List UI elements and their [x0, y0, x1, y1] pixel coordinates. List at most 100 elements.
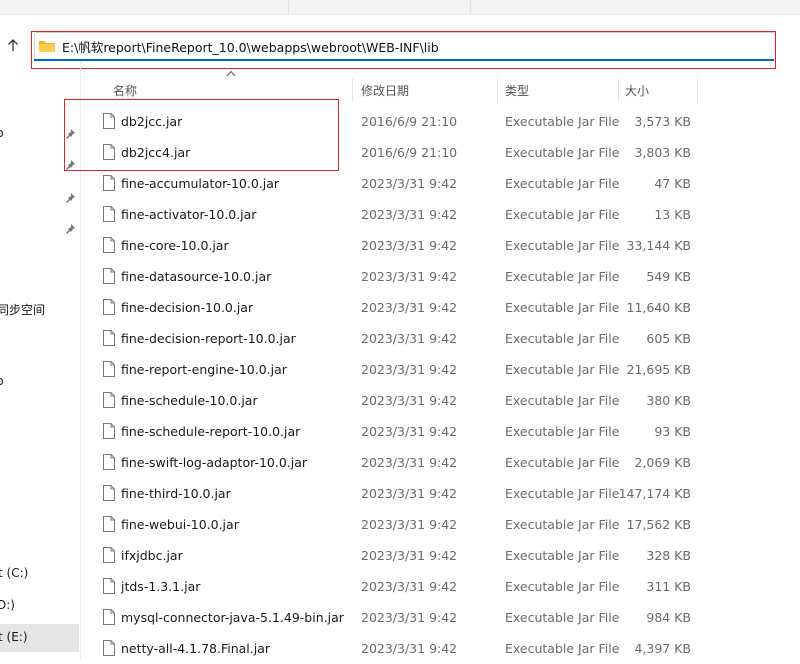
- file-type: Executable Jar File: [505, 548, 620, 563]
- file-modified: 2016/6/9 21:10: [361, 145, 458, 160]
- file-name: fine-schedule-10.0.jar: [121, 393, 258, 408]
- file-name: fine-decision-report-10.0.jar: [121, 331, 296, 346]
- file-row[interactable]: fine-third-10.0.jar 2023/3/31 9:42 Execu…: [0, 478, 800, 509]
- file-type: Executable Jar File: [505, 486, 620, 501]
- file-size: 2,069 KB: [634, 455, 691, 470]
- file-type: Executable Jar File: [505, 579, 620, 594]
- file-type: Executable Jar File: [505, 362, 620, 377]
- file-modified: 2023/3/31 9:42: [361, 331, 458, 346]
- file-icon: [103, 485, 115, 501]
- file-row[interactable]: fine-webui-10.0.jar 2023/3/31 9:42 Execu…: [0, 509, 800, 540]
- file-modified: 2023/3/31 9:42: [361, 362, 458, 377]
- file-row[interactable]: fine-schedule-10.0.jar 2023/3/31 9:42 Ex…: [0, 385, 800, 416]
- file-row[interactable]: fine-report-engine-10.0.jar 2023/3/31 9:…: [0, 354, 800, 385]
- toolbar-segment: [0, 0, 289, 14]
- folder-icon: [38, 39, 56, 53]
- file-row[interactable]: fine-swift-log-adaptor-10.0.jar 2023/3/3…: [0, 447, 800, 478]
- file-icon: [103, 237, 115, 253]
- file-size: 311 KB: [646, 579, 691, 594]
- file-modified: 2023/3/31 9:42: [361, 610, 458, 625]
- file-name: fine-swift-log-adaptor-10.0.jar: [121, 455, 308, 470]
- file-type: Executable Jar File: [505, 455, 620, 470]
- file-icon: [103, 361, 115, 377]
- file-type: Executable Jar File: [505, 176, 620, 191]
- file-modified: 2023/3/31 9:42: [361, 393, 458, 408]
- file-type: Executable Jar File: [505, 269, 620, 284]
- file-modified: 2023/3/31 9:42: [361, 486, 458, 501]
- column-divider[interactable]: [352, 78, 353, 102]
- file-type: Executable Jar File: [505, 610, 620, 625]
- file-size: 380 KB: [646, 393, 691, 408]
- file-name: jtds-1.3.1.jar: [121, 579, 201, 594]
- file-row[interactable]: fine-decision-10.0.jar 2023/3/31 9:42 Ex…: [0, 292, 800, 323]
- file-size: 17,562 KB: [626, 517, 691, 532]
- file-type: Executable Jar File: [505, 393, 620, 408]
- address-focus-underline: [34, 59, 774, 61]
- file-size: 3,573 KB: [634, 114, 691, 129]
- file-icon: [103, 113, 115, 129]
- file-row[interactable]: fine-activator-10.0.jar 2023/3/31 9:42 E…: [0, 199, 800, 230]
- file-modified: 2016/6/9 21:10: [361, 114, 458, 129]
- up-arrow-icon[interactable]: [2, 34, 24, 56]
- file-name: fine-accumulator-10.0.jar: [121, 176, 280, 191]
- file-name: fine-webui-10.0.jar: [121, 517, 239, 532]
- file-row[interactable]: fine-schedule-report-10.0.jar 2023/3/31 …: [0, 416, 800, 447]
- file-row[interactable]: mysql-connector-java-5.1.49-bin.jar 2023…: [0, 602, 800, 633]
- sort-ascending-icon: [226, 70, 236, 77]
- file-type: Executable Jar File: [505, 238, 620, 253]
- file-name: db2jcc4.jar: [121, 145, 191, 160]
- file-modified: 2023/3/31 9:42: [361, 579, 458, 594]
- column-header-type[interactable]: 类型: [505, 82, 529, 99]
- address-bar[interactable]: E:\帆软report\FineReport_10.0\webapps\webr…: [34, 32, 776, 60]
- file-icon: [103, 206, 115, 222]
- file-size: 328 KB: [646, 548, 691, 563]
- file-name: fine-report-engine-10.0.jar: [121, 362, 287, 377]
- file-name: fine-activator-10.0.jar: [121, 207, 257, 222]
- file-size: 93 KB: [654, 424, 691, 439]
- file-row[interactable]: fine-decision-report-10.0.jar 2023/3/31 …: [0, 323, 800, 354]
- file-type: Executable Jar File: [505, 517, 620, 532]
- column-header-modified[interactable]: 修改日期: [361, 82, 409, 99]
- file-icon: [103, 640, 115, 656]
- file-name: fine-decision-10.0.jar: [121, 300, 254, 315]
- column-divider[interactable]: [618, 78, 619, 102]
- file-row[interactable]: fine-accumulator-10.0.jar 2023/3/31 9:42…: [0, 168, 800, 199]
- file-modified: 2023/3/31 9:42: [361, 517, 458, 532]
- file-modified: 2023/3/31 9:42: [361, 269, 458, 284]
- file-icon: [103, 392, 115, 408]
- file-modified: 2023/3/31 9:42: [361, 641, 458, 656]
- top-toolbar-strip: [0, 0, 800, 15]
- file-size: 4,397 KB: [634, 641, 691, 656]
- file-row[interactable]: db2jcc.jar 2016/6/9 21:10 Executable Jar…: [0, 106, 800, 137]
- file-row[interactable]: db2jcc4.jar 2016/6/9 21:10 Executable Ja…: [0, 137, 800, 168]
- toolbar-segment: [288, 0, 471, 14]
- file-name: netty-all-4.1.78.Final.jar: [121, 641, 271, 656]
- column-header-size[interactable]: 大小: [625, 82, 649, 99]
- address-path: E:\帆软report\FineReport_10.0\webapps\webr…: [62, 39, 439, 55]
- file-name: ifxjdbc.jar: [121, 548, 183, 563]
- column-divider[interactable]: [697, 78, 698, 102]
- file-icon: [103, 268, 115, 284]
- file-type: Executable Jar File: [505, 331, 620, 346]
- file-size: 13 KB: [654, 207, 691, 222]
- file-icon: [103, 609, 115, 625]
- file-name: mysql-connector-java-5.1.49-bin.jar: [121, 610, 344, 625]
- file-modified: 2023/3/31 9:42: [361, 176, 458, 191]
- file-row[interactable]: ifxjdbc.jar 2023/3/31 9:42 Executable Ja…: [0, 540, 800, 571]
- column-divider[interactable]: [497, 78, 498, 102]
- file-row[interactable]: fine-core-10.0.jar 2023/3/31 9:42 Execut…: [0, 230, 800, 261]
- file-icon: [103, 423, 115, 439]
- file-row[interactable]: fine-datasource-10.0.jar 2023/3/31 9:42 …: [0, 261, 800, 292]
- file-size: 147,174 KB: [618, 486, 691, 501]
- file-size: 3,803 KB: [634, 145, 691, 160]
- file-type: Executable Jar File: [505, 207, 620, 222]
- file-size: 549 KB: [646, 269, 691, 284]
- file-type: Executable Jar File: [505, 145, 620, 160]
- file-icon: [103, 516, 115, 532]
- file-size: 984 KB: [646, 610, 691, 625]
- file-row[interactable]: jtds-1.3.1.jar 2023/3/31 9:42 Executable…: [0, 571, 800, 602]
- file-row[interactable]: netty-all-4.1.78.Final.jar 2023/3/31 9:4…: [0, 633, 800, 664]
- file-size: 33,144 KB: [626, 238, 691, 253]
- file-modified: 2023/3/31 9:42: [361, 207, 458, 222]
- column-header-name[interactable]: 名称: [113, 82, 137, 99]
